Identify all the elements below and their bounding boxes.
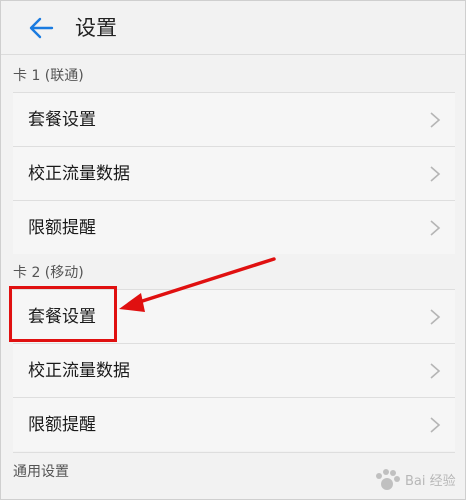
section-header-card1: 卡 1 (联通) (13, 68, 84, 84)
arrow-left-icon (29, 17, 54, 39)
card1-package-settings[interactable]: 套餐设置 (13, 92, 455, 146)
app-bar: 设置 (1, 1, 465, 55)
page-title: 设置 (75, 16, 117, 40)
card2-package-settings[interactable]: 套餐设置 (13, 289, 455, 343)
card2-calibrate-data[interactable]: 校正流量数据 (13, 343, 455, 397)
chevron-right-icon (430, 417, 441, 433)
back-button[interactable] (23, 10, 59, 46)
chevron-right-icon (430, 166, 441, 182)
row-label: 校正流量数据 (28, 361, 130, 381)
card1-calibrate-data[interactable]: 校正流量数据 (13, 146, 455, 200)
chevron-right-icon (430, 309, 441, 325)
row-label: 限额提醒 (28, 415, 96, 435)
chevron-right-icon (430, 112, 441, 128)
row-label: 限额提醒 (28, 218, 96, 238)
row-label: 校正流量数据 (28, 164, 130, 184)
section-header-general: 通用设置 (13, 452, 455, 490)
chevron-right-icon (430, 363, 441, 379)
chevron-right-icon (430, 220, 441, 236)
card1-limit-reminder[interactable]: 限额提醒 (13, 200, 455, 254)
settings-screen: 设置 卡 1 (联通) 套餐设置 校正流量数据 限额提醒 卡 2 (移动) 套餐… (0, 0, 466, 500)
card2-limit-reminder[interactable]: 限额提醒 (13, 397, 455, 451)
row-label: 套餐设置 (28, 110, 96, 130)
section-header-card2: 卡 2 (移动) (13, 265, 84, 281)
row-label: 套餐设置 (28, 307, 96, 327)
